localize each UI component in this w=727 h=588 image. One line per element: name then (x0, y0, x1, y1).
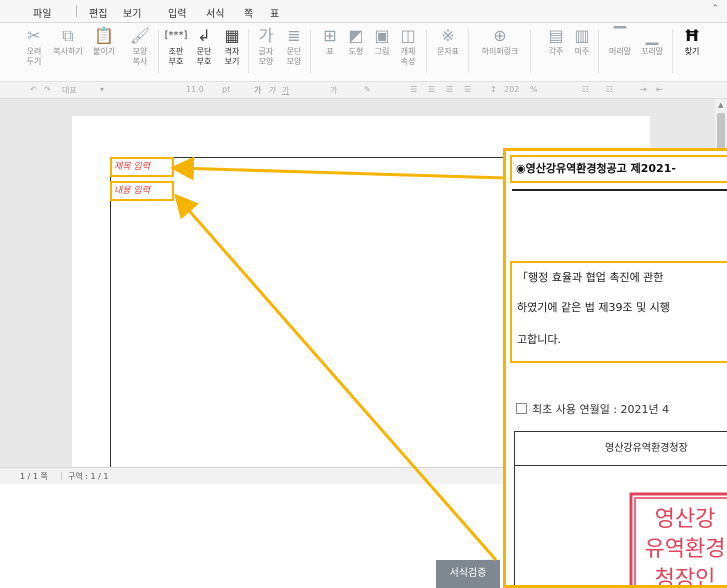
ribbon-separator (468, 29, 469, 73)
ribbon-separator (530, 29, 531, 73)
scrollbar-thumb[interactable] (717, 113, 725, 153)
brush-icon: 🖌 (129, 26, 151, 45)
first-use-date: 최초 사용 연월일 : 2021년 4 (516, 401, 669, 417)
object-icon: ◫ (400, 26, 416, 45)
table-header-cell: 영산강유역환경청장 (515, 432, 727, 466)
copy-icon: ⧉ (62, 26, 74, 45)
indent-icon[interactable]: ⇥ (640, 85, 647, 94)
title-input-field[interactable]: 제목 입력 (110, 157, 174, 177)
align-left-icon[interactable]: ☰ (428, 85, 435, 94)
style-select[interactable]: 대표 (62, 85, 77, 96)
font-size-unit: pt (222, 85, 231, 94)
status-page: 1 / 1 쪽 (20, 472, 48, 481)
paste-button[interactable]: 📋 붙이기 (88, 25, 120, 57)
format-copy-button[interactable]: 🖌 모양 복사 (124, 25, 156, 67)
status-section: 구역 : 1 / 1 (68, 472, 109, 481)
header-button[interactable]: ▔ 머리말 (604, 25, 636, 57)
menu-edit[interactable]: 편집 (89, 5, 107, 20)
ribbon-separator (426, 29, 427, 73)
zoom-unit: % (530, 85, 538, 94)
signature-table: 영산강유역환경청장 영산강 유역환경 청장인 (514, 431, 727, 588)
body-line-1: 「행정 효율과 협업 촉진에 관한 (517, 271, 664, 284)
highlight-icon[interactable]: ✎ (364, 85, 371, 94)
body-line-2: 하였기에 같은 법 제39조 및 시행 (517, 301, 670, 314)
cut-button[interactable]: ✂ 오려 두기 (18, 25, 50, 67)
first-use-label: 최초 사용 연월일 : 2021년 4 (532, 403, 670, 416)
ribbon-toolbar: ✂ 오려 두기 ⧉ 복사하기 📋 붙이기 🖌 모양 복사 [***] 조판 부호 ↲ 문단 … (0, 23, 727, 82)
footer-button[interactable]: ▁ 꼬리말 (636, 25, 668, 57)
special-char-button[interactable]: ※ 문자표 (432, 25, 464, 57)
endnote-icon: ▥ (574, 26, 590, 45)
redo-icon[interactable]: ↷ (44, 85, 51, 94)
format-verify-button[interactable]: 서식검증 (436, 560, 500, 588)
binoculars-icon: Ħ (684, 26, 700, 45)
bold-icon[interactable]: 가 (254, 85, 261, 96)
para-shape-button[interactable]: ≣ 문단 모양 (278, 25, 310, 67)
find-button[interactable]: Ħ 찾기 (676, 25, 708, 57)
style-dropdown-icon[interactable]: ▾ (100, 85, 104, 94)
notice-body-box: 「행정 효율과 협업 촉진에 관한 하였기에 같은 법 제39조 및 시행 고합… (510, 261, 727, 363)
notice-title: ◉영산강유역환경청공고 제2021- (510, 155, 727, 183)
align-right-icon[interactable]: ☰ (464, 85, 471, 94)
menu-separator (76, 5, 77, 17)
menu-page[interactable]: 쪽 (244, 5, 253, 20)
clipboard-icon: 📋 (94, 26, 114, 45)
copy-button[interactable]: ⧉ 복사하기 (52, 25, 84, 57)
menu-table[interactable]: 표 (270, 5, 279, 20)
official-seal-icon: 영산강 유역환경 청장인 (629, 492, 727, 588)
menu-insert[interactable]: 입력 (168, 5, 186, 20)
outdent-icon[interactable]: ⇤ (656, 85, 663, 94)
number-list-icon[interactable]: ☷ (606, 85, 613, 94)
font-color-icon[interactable]: 가 (330, 85, 337, 96)
title-underline (512, 189, 727, 191)
endnote-button[interactable]: ▥ 미주 (566, 25, 598, 57)
undo-icon[interactable]: ↶ (30, 85, 37, 94)
seal-line-3: 청장인 (655, 567, 716, 588)
ribbon-separator (598, 29, 599, 73)
menu-view[interactable]: 보기 (123, 5, 141, 20)
scroll-up-icon[interactable]: ▲ (718, 101, 723, 109)
menu-file[interactable]: 파일 (33, 5, 51, 20)
grid-icon: ▦ (224, 26, 240, 45)
document-preview-callout: ◉영산강유역환경청공고 제2021- 「행정 효율과 협업 촉진에 관한 하였기… (503, 148, 727, 588)
object-props-button[interactable]: ◫ 개체 속성 (392, 25, 424, 67)
header-icon: ▔ (613, 26, 627, 45)
status-separator: | (60, 471, 63, 480)
menu-bar: 파일 편집 보기 입력 서식 쪽 표 ⌃ (0, 0, 727, 23)
body-line-3: 고합니다. (517, 333, 561, 346)
seal-line-1: 영산강 (655, 507, 716, 532)
hyperlink-button[interactable]: ⊕ 하이퍼링크 (480, 25, 520, 57)
line-spacing-icon[interactable]: ↕ (490, 85, 497, 94)
scissors-icon: ✂ (27, 26, 41, 45)
collapse-ribbon-icon[interactable]: ⌃ (711, 4, 719, 14)
globe-icon: ⊕ (493, 26, 507, 45)
grid-view-button[interactable]: ▦ 격자 보기 (216, 25, 248, 67)
para-shape-icon: ≣ (287, 26, 301, 45)
content-input-field[interactable]: 내용 입력 (110, 181, 174, 201)
checkbox-icon (516, 403, 527, 414)
underline-icon[interactable]: 가 (282, 85, 289, 96)
ribbon-separator (310, 29, 311, 73)
ribbon-separator (672, 29, 673, 73)
italic-icon[interactable]: 가 (268, 85, 275, 96)
asterisk-icon: ※ (441, 26, 455, 45)
align-center-icon[interactable]: ☰ (446, 85, 453, 94)
align-justify-icon[interactable]: ☰ (410, 85, 417, 94)
footer-icon: ▁ (645, 26, 659, 45)
zoom-input[interactable]: 202 (504, 85, 519, 94)
format-bar: ↶ ↷ 대표 ▾ 11.0 pt 가 가 가 가 ✎ ☰ ☰ ☰ ☰ ↕ 202… (0, 82, 727, 99)
font-size-input[interactable]: 11.0 (186, 85, 204, 94)
ribbon-separator (248, 29, 249, 73)
ribbon-separator (158, 29, 159, 73)
status-bar: 1 / 1 쪽 | 구역 : 1 / 1 (0, 467, 505, 484)
seal-line-2: 유역환경 (645, 537, 726, 562)
menu-format[interactable]: 서식 (206, 5, 224, 20)
bullet-list-icon[interactable]: ☷ (582, 85, 589, 94)
